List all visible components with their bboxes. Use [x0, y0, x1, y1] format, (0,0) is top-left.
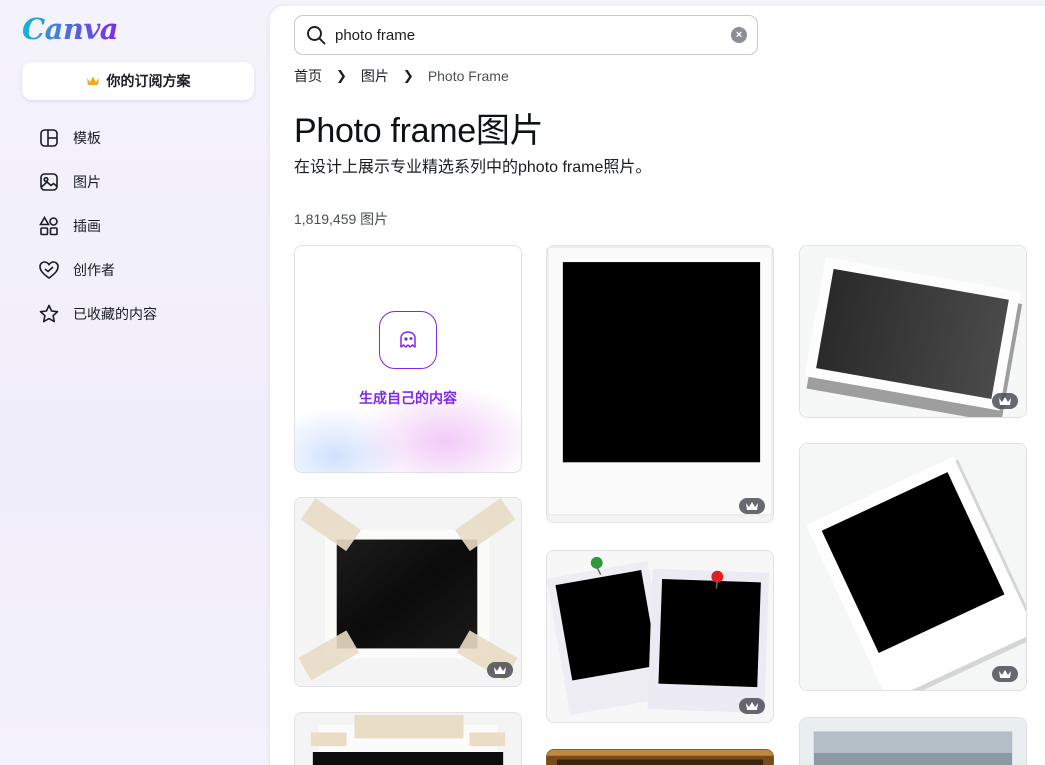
- sidebar-nav: 模板 图片 插画 创作者 已收藏的内容: [38, 116, 238, 336]
- page-title: Photo frame图片: [294, 112, 544, 150]
- pro-crown-badge: [992, 393, 1018, 409]
- sidebar-item-label: 图片: [73, 174, 101, 190]
- pro-crown-badge: [992, 666, 1018, 682]
- result-landscape-frame-partial[interactable]: [799, 717, 1027, 765]
- result-pinned-polaroids[interactable]: [546, 550, 774, 723]
- clear-search-icon[interactable]: ×: [731, 27, 747, 43]
- sidebar-item-label: 插画: [73, 218, 101, 234]
- subscription-plan-button[interactable]: 你的订阅方案: [22, 62, 254, 100]
- star-icon: [39, 304, 59, 323]
- breadcrumb-home[interactable]: 首页: [294, 66, 322, 86]
- tilted-frame-image: [800, 246, 1026, 417]
- sidebar-item-starred[interactable]: 已收藏的内容: [38, 292, 238, 336]
- gold-frame-image: [547, 750, 773, 765]
- landscape-frame-image: [800, 718, 1026, 765]
- search-bar[interactable]: ×: [294, 15, 758, 55]
- result-tilted-photo-frame-shadow[interactable]: [799, 245, 1027, 418]
- main-panel: × 首页 ❯ 图片 ❯ Photo Frame Photo frame图片 在设…: [270, 6, 1045, 765]
- sidebar-item-photos[interactable]: 图片: [38, 160, 238, 204]
- sidebar: Canva 你的订阅方案 模板 图片 插画 创作者 已收藏的内容: [0, 0, 270, 765]
- sidebar-item-label: 创作者: [73, 262, 115, 278]
- polaroid-frame-image: [547, 246, 773, 522]
- page-subtitle: 在设计上展示专业精选系列中的photo frame照片。: [294, 159, 652, 176]
- pro-crown-badge: [739, 498, 765, 514]
- sidebar-item-label: 模板: [73, 130, 101, 146]
- heart-creator-icon: [39, 261, 59, 279]
- subscription-plan-label: 你的订阅方案: [106, 73, 191, 89]
- sidebar-item-illustrations[interactable]: 插画: [38, 204, 238, 248]
- sidebar-item-creators[interactable]: 创作者: [38, 248, 238, 292]
- breadcrumb-photos[interactable]: 图片: [361, 66, 389, 86]
- rotated-polaroid-image: [800, 444, 1026, 690]
- shapes-icon: [39, 215, 58, 236]
- result-gold-frame-partial[interactable]: [546, 749, 774, 765]
- result-white-polaroid-frame[interactable]: [546, 245, 774, 523]
- chevron-right-icon: ❯: [336, 68, 347, 83]
- result-taped-frame-partial[interactable]: [294, 712, 522, 765]
- result-taped-black-photo[interactable]: [294, 497, 522, 687]
- generate-content-label: 生成自己的内容: [359, 390, 457, 406]
- result-count: 1,819,459 图片: [294, 211, 389, 227]
- image-icon: [40, 173, 58, 191]
- search-icon[interactable]: [305, 24, 327, 46]
- pro-crown-badge: [739, 698, 765, 714]
- generate-content-card[interactable]: 生成自己的内容: [294, 245, 522, 473]
- sidebar-item-templates[interactable]: 模板: [38, 116, 238, 160]
- template-icon: [40, 129, 58, 147]
- breadcrumb-current: Photo Frame: [427, 68, 509, 84]
- search-input[interactable]: [335, 26, 731, 44]
- pinned-polaroids-image: [547, 551, 773, 722]
- crown-icon: [86, 76, 99, 85]
- magic-generate-icon: [379, 311, 437, 369]
- pro-crown-badge: [487, 662, 513, 678]
- breadcrumb: 首页 ❯ 图片 ❯ Photo Frame: [294, 66, 509, 86]
- taped-photo-image: [295, 498, 521, 686]
- chevron-right-icon: ❯: [402, 68, 414, 83]
- canva-logo[interactable]: Canva: [22, 12, 119, 46]
- sidebar-item-label: 已收藏的内容: [73, 306, 157, 322]
- result-rotated-polaroid[interactable]: [799, 443, 1027, 691]
- taped-frame-image: [295, 713, 521, 765]
